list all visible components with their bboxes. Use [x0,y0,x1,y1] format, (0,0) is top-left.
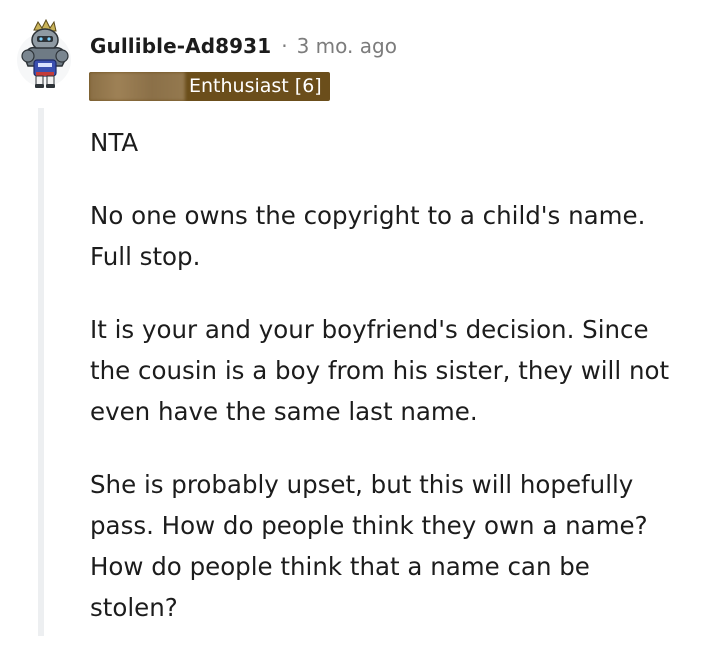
comment-line: the cousin is a boy from his sister, the… [90,356,670,385]
comment-line: No one owns the copyright to a child's n… [90,201,646,230]
comment-line: even have the same last name. [90,397,478,426]
comment-paragraph: No one owns the copyright to a child's n… [90,195,720,277]
comment-line: pass. How do people think they own a nam… [90,511,648,540]
comment-line: NTA [90,128,139,157]
comment-meta: Gullible-Ad8931 · 3 mo. ago [90,32,397,60]
comment-timestamp[interactable]: 3 mo. ago [297,34,397,58]
flair-text: Enthusiast [6] [189,75,322,97]
comment-line: She is probably upset, but this will hop… [90,470,634,499]
meta-separator: · [281,34,288,58]
user-avatar-icon[interactable] [14,16,74,92]
comment-paragraph: It is your and your boyfriend's decision… [90,309,720,432]
comment-line: How do people think that a name can be [90,552,590,581]
comment: Gullible-Ad8931 · 3 mo. ago Enthusiast [… [0,0,728,636]
username-link[interactable]: Gullible-Ad8931 [90,34,271,58]
comment-body: NTA No one owns the copyright to a child'… [90,122,720,660]
comment-line: It is your and your boyfriend's decision… [90,315,649,344]
comment-paragraph: NTA [90,122,720,163]
comment-line: stolen? [90,593,178,622]
flair-blurred-emblem [89,72,185,101]
thread-collapse-line[interactable] [38,108,44,636]
comment-paragraph: She is probably upset, but this will hop… [90,464,720,628]
comment-line: Full stop. [90,242,201,271]
user-flair[interactable]: Enthusiast [6] [89,72,330,101]
